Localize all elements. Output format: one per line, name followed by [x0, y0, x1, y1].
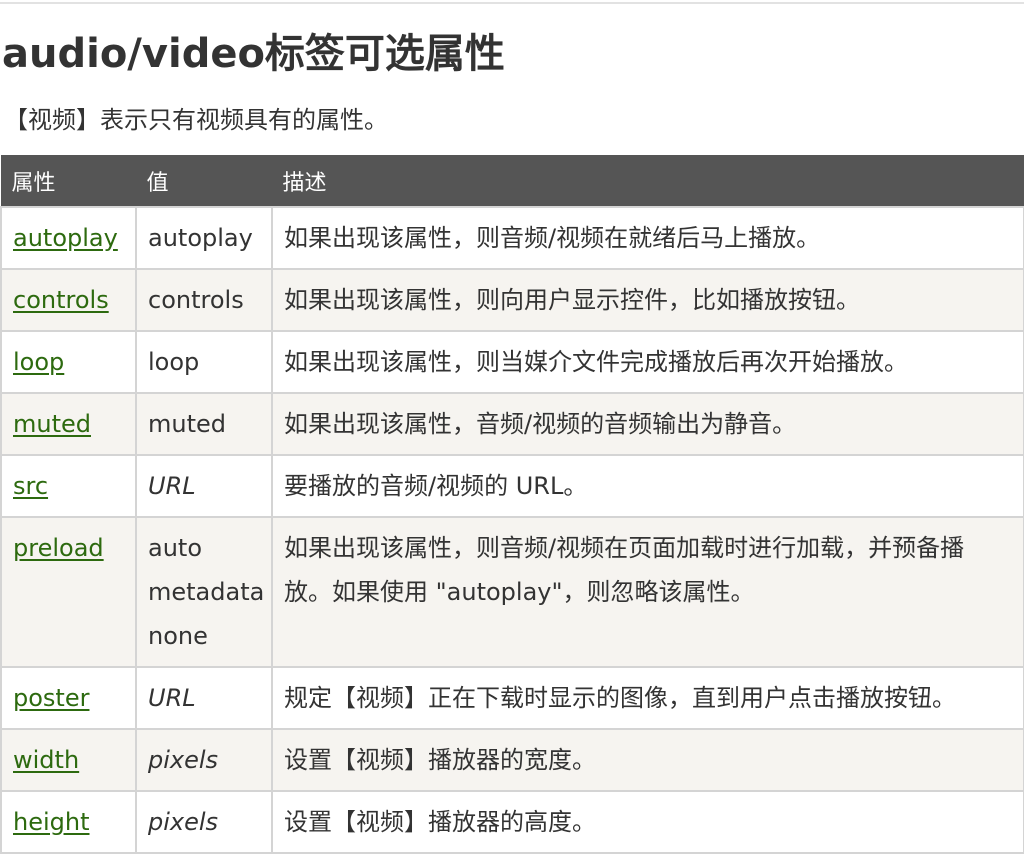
value-text: URL	[148, 472, 196, 500]
attribute-cell: width	[0, 728, 137, 792]
attribute-link[interactable]: preload	[13, 534, 104, 562]
attribute-link[interactable]: muted	[13, 410, 91, 438]
attribute-link[interactable]: controls	[13, 286, 109, 314]
value-cell: URL	[135, 454, 273, 518]
header-description: 描述	[271, 155, 1024, 208]
attribute-cell: muted	[0, 392, 137, 456]
description-cell: 如果出现该属性，则向用户显示控件，比如播放按钮。	[271, 268, 1024, 332]
value-text: autoplay	[148, 224, 253, 252]
value-text: muted	[148, 410, 226, 438]
value-cell: autoplay	[135, 206, 273, 270]
description-cell: 设置【视频】播放器的宽度。	[271, 728, 1024, 792]
description-cell: 如果出现该属性，则音频/视频在就绪后马上播放。	[271, 206, 1024, 270]
description-cell: 如果出现该属性，音频/视频的音频输出为静音。	[271, 392, 1024, 456]
table-body: autoplay autoplay 如果出现该属性，则音频/视频在就绪后马上播放。 c…	[0, 206, 1024, 854]
attribute-cell: poster	[0, 666, 137, 730]
attribute-link[interactable]: width	[13, 746, 79, 774]
attribute-link[interactable]: src	[13, 472, 48, 500]
attribute-link[interactable]: height	[13, 808, 90, 836]
description-cell: 设置【视频】播放器的高度。	[271, 790, 1024, 854]
attribute-cell: controls	[0, 268, 137, 332]
table-row: width pixels 设置【视频】播放器的宽度。	[0, 728, 1024, 792]
value-cell: URL	[135, 666, 273, 730]
value-text: pixels	[148, 746, 219, 774]
value-cell: controls	[135, 268, 273, 332]
attribute-link[interactable]: autoplay	[13, 224, 118, 252]
description-cell: 如果出现该属性，则音频/视频在页面加载时进行加载，并预备播放。如果使用 "aut…	[271, 516, 1024, 668]
attribute-cell: src	[0, 454, 137, 518]
table-row: preload auto metadata none 如果出现该属性，则音频/视频在页面…	[0, 516, 1024, 668]
description-cell: 要播放的音频/视频的 URL。	[271, 454, 1024, 518]
attribute-link[interactable]: loop	[13, 348, 64, 376]
value-cell: pixels	[135, 728, 273, 792]
value-text: auto	[148, 534, 203, 562]
value-text: pixels	[148, 808, 219, 836]
value-cell: loop	[135, 330, 273, 394]
table-row: poster URL 规定【视频】正在下载时显示的图像，直到用户点击播放按钮。	[0, 666, 1024, 730]
header-value: 值	[135, 155, 273, 208]
description-cell: 如果出现该属性，则当媒介文件完成播放后再次开始播放。	[271, 330, 1024, 394]
attribute-cell: preload	[0, 516, 137, 668]
top-divider	[0, 2, 1024, 4]
attribute-cell: loop	[0, 330, 137, 394]
value-text: metadata	[148, 578, 265, 606]
description-cell: 规定【视频】正在下载时显示的图像，直到用户点击播放按钮。	[271, 666, 1024, 730]
table-row: autoplay autoplay 如果出现该属性，则音频/视频在就绪后马上播放。	[0, 206, 1024, 270]
header-attribute: 属性	[0, 155, 137, 208]
value-text: none	[148, 622, 208, 650]
table-header-row: 属性 值 描述	[0, 155, 1024, 208]
value-text: loop	[148, 348, 200, 376]
attribute-table: 属性 值 描述 autoplay autoplay 如果出现该属性，则音频/视频在就…	[0, 155, 1024, 854]
table-row: height pixels 设置【视频】播放器的高度。	[0, 790, 1024, 854]
value-cell: pixels	[135, 790, 273, 854]
value-text: URL	[148, 684, 196, 712]
attribute-link[interactable]: poster	[13, 684, 89, 712]
table-row: muted muted 如果出现该属性，音频/视频的音频输出为静音。	[0, 392, 1024, 456]
attribute-cell: height	[0, 790, 137, 854]
table-row: loop loop 如果出现该属性，则当媒介文件完成播放后再次开始播放。	[0, 330, 1024, 394]
page-title: audio/video标签可选属性	[2, 31, 505, 77]
table-row: src URL 要播放的音频/视频的 URL。	[0, 454, 1024, 518]
value-cell: muted	[135, 392, 273, 456]
intro-text: 【视频】表示只有视频具有的属性。	[4, 106, 388, 134]
value-text: controls	[148, 286, 244, 314]
table-row: controls controls 如果出现该属性，则向用户显示控件，比如播放按钮。	[0, 268, 1024, 332]
value-cell: auto metadata none	[135, 516, 273, 668]
attribute-cell: autoplay	[0, 206, 137, 270]
